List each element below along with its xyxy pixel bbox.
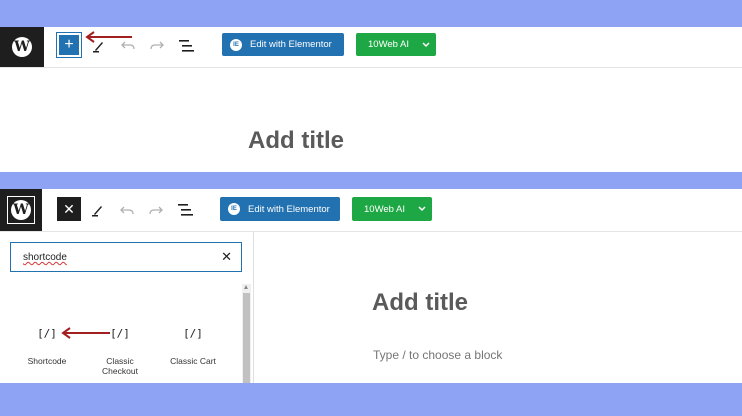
elementor-icon: IE [228,203,240,215]
block-result-label: Classic Cart [170,356,216,366]
edit-with-elementor-button[interactable]: IE Edit with Elementor [222,33,344,56]
inserter-scrollbar[interactable] [242,284,251,383]
wordpress-icon: W [11,200,31,220]
ai-button-label: 10Web AI [364,203,406,215]
block-result-classic-cart[interactable]: [/] Classic Cart [163,327,223,366]
ai-button[interactable]: 10Web AI [356,33,436,56]
bottom-editor-toolbar: W ✕ IE Edit with Elementor 10Web AI [0,189,742,232]
add-block-button[interactable]: + [56,32,82,58]
block-result-label: Classic Checkout [102,356,138,376]
pencil-tool-icon[interactable] [92,39,104,53]
top-editor-panel: W + IE Edit with Elementor 10Web AI Add … [0,27,742,172]
clear-search-icon[interactable]: ✕ [221,249,232,265]
elementor-icon: IE [230,38,242,51]
wordpress-logo-button[interactable]: W [0,189,42,231]
undo-icon[interactable] [120,204,134,216]
ai-button[interactable]: 10Web AI [352,197,432,221]
block-appender-placeholder[interactable]: Type / to choose a block [373,348,502,362]
wordpress-logo-button[interactable]: W [0,27,44,67]
top-editor-toolbar: W + IE Edit with Elementor 10Web AI [0,27,742,68]
wordpress-icon: W [12,37,32,57]
chevron-down-icon [418,206,426,212]
shortcode-icon: [/] [183,327,203,340]
close-inserter-button[interactable]: ✕ [57,197,81,221]
block-search-value: shortcode [23,252,67,263]
chevron-down-icon [422,41,430,47]
undo-icon[interactable] [121,39,135,51]
pencil-tool-icon[interactable] [91,203,103,217]
redo-icon[interactable] [149,204,163,216]
bottom-editor-panel: W ✕ IE Edit with Elementor 10Web AI shor… [0,189,742,383]
post-title-input[interactable]: Add title [248,127,344,155]
redo-icon[interactable] [150,39,164,51]
scroll-up-icon[interactable] [244,285,248,289]
post-title-input[interactable]: Add title [372,289,468,317]
edit-with-elementor-label: Edit with Elementor [248,203,330,215]
annotation-arrow [61,327,110,339]
block-result-label: Shortcode [27,356,67,366]
edit-with-elementor-button[interactable]: IE Edit with Elementor [220,197,340,221]
block-inserter-panel: shortcode ✕ [/] Shortcode [/] Classic Ch… [0,232,254,383]
scrollbar-thumb[interactable] [243,293,250,383]
ai-button-label: 10Web AI [368,39,410,50]
block-search-input[interactable]: shortcode ✕ [10,242,242,272]
document-overview-icon[interactable] [178,204,194,216]
edit-with-elementor-label: Edit with Elementor [250,39,332,50]
document-overview-icon[interactable] [179,40,195,52]
